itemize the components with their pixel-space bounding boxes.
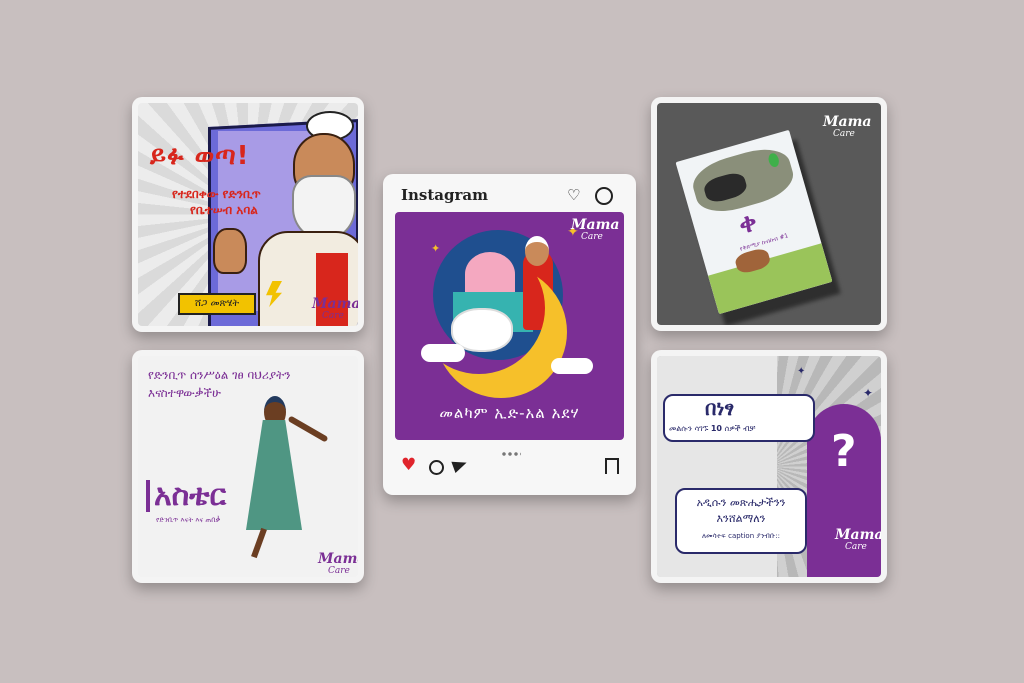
- cloud-right: [551, 358, 593, 374]
- woman-dress: [246, 420, 302, 530]
- mamacare-logo: MamaCare: [312, 296, 358, 321]
- bookmark-icon[interactable]: [605, 458, 619, 474]
- heart-filled-icon[interactable]: ♥: [401, 457, 416, 474]
- mamacare-logo: MamaCare: [318, 551, 358, 576]
- eid-greeting: መልካም ኢድ-አል አደሃ: [439, 404, 580, 422]
- character-caption: የድንቢጥ እናት እና ጠበቃ: [156, 516, 221, 524]
- proverb-subtitle-2: የቤተሠብ አባል: [190, 203, 258, 217]
- offer-details: መልሱን ሳገኙ 10 ሰዎች ብቻ: [669, 424, 756, 433]
- prize-line-1: አዲሱን መጽሔታችንን: [696, 496, 786, 509]
- instagram-wordmark: Instagram: [401, 186, 488, 204]
- woman-arm: [287, 415, 329, 443]
- waving-hand: [213, 228, 247, 274]
- cloud-left: [421, 344, 465, 362]
- comment-icon[interactable]: [429, 460, 444, 475]
- proverb-subtitle-1: የተደበቀው የድንቢጥ: [172, 187, 261, 201]
- offer-bubble: በነፃ መልሱን ሳገኙ 10 ሰዎች ብቻ: [663, 394, 815, 442]
- sparkle-icon: ✦: [863, 386, 874, 400]
- share-icon[interactable]: [451, 456, 469, 474]
- offer-heading: በነፃ: [705, 396, 735, 420]
- heart-outline-icon[interactable]: ♡: [567, 187, 583, 203]
- child-head: [525, 236, 549, 266]
- prize-bubble: አዲሱን መጽሔታችንን እንሸልማለን ለመሳተፍ caption ያንብቡ:…: [675, 488, 807, 554]
- intro-line-1: የድንቢጥ ሰንሥዕል ገፀ ባህሪያትን: [148, 368, 291, 382]
- mamacare-logo: MamaCare: [835, 527, 881, 552]
- messenger-icon[interactable]: [595, 187, 613, 205]
- proverb-title: ይፉ ወጣ!: [150, 141, 250, 171]
- character-post-card[interactable]: የድንቢጥ ሰንሥዕል ገፀ ባህሪያትን እናስተዋውቃችሁ አስቴር የድን…: [132, 350, 364, 583]
- prize-line-2: እንሸልማለን: [716, 512, 766, 525]
- sparkle-icon: ✦: [797, 366, 806, 377]
- mamacare-logo: MamaCare: [571, 217, 620, 242]
- character-name: አስቴር: [146, 480, 226, 512]
- booklet-post-card[interactable]: ቀ የቅድሚያ ስብስብ #1 Mama Care: [651, 97, 887, 331]
- star-icon: ✦: [431, 242, 441, 255]
- eid-post-image[interactable]: ✦ ✦ Mama Care መልካም ኢድ-አል አደሃ: [395, 212, 624, 440]
- quiz-post-card[interactable]: ? ✦ ✦ በነፃ መልሱን ሳገኙ 10 ሰዎች ብቻ አዲሱን መጽሔታችን…: [651, 350, 887, 583]
- booklet-cover: ቀ የቅድሚያ ስብስብ #1: [675, 129, 833, 315]
- caption-note: ለመሳተፍ caption ያንብቡ::: [702, 532, 780, 540]
- question-mark: ?: [831, 426, 857, 477]
- instagram-post-card[interactable]: Instagram ♡ ✦ ✦ Mama Care መልካም ኢድ-አል አደሃ …: [383, 174, 636, 495]
- mamacare-logo: MamaCare: [823, 114, 872, 139]
- booklet-letter: ቀ: [735, 206, 761, 241]
- magazine-tag: ሸጋ መጽሄት: [178, 293, 256, 315]
- woman-leg: [251, 527, 267, 559]
- intro-line-2: እናስተዋውቃችሁ: [148, 386, 221, 400]
- carousel-dots: [501, 452, 521, 456]
- proverb-post-card[interactable]: ይፉ ወጣ! የተደበቀው የድንቢጥ የቤተሠብ አባል ሸጋ መጽሄት Ma…: [132, 97, 364, 332]
